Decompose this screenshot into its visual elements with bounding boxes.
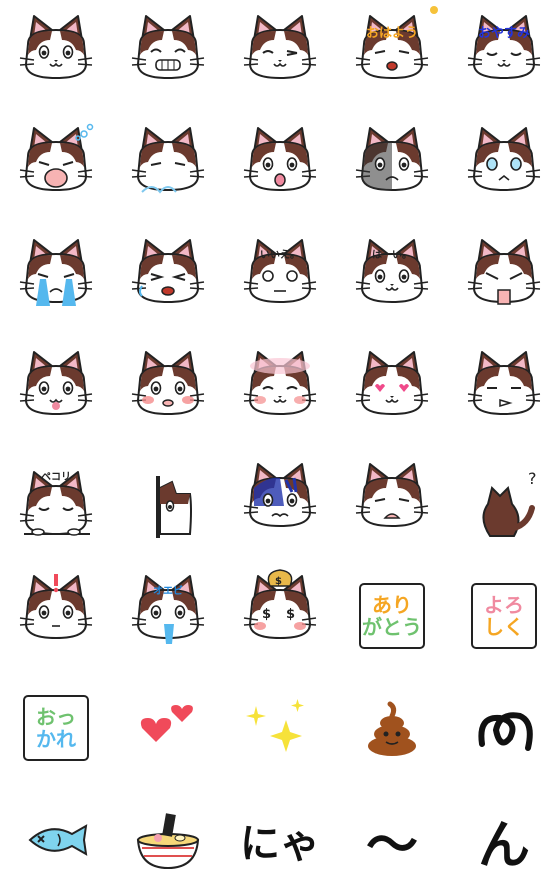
- cat-sticker-gloomy[interactable]: [336, 112, 448, 224]
- cat-sticker-tongue[interactable]: [224, 112, 336, 224]
- tilde-sticker[interactable]: 〜: [336, 784, 448, 896]
- cat-sticker-grin[interactable]: [112, 0, 224, 112]
- svg-text:$: $: [275, 576, 282, 587]
- svg-text:?: ?: [528, 469, 537, 488]
- tilde-text: 〜: [365, 815, 418, 876]
- arigatou-bubble[interactable]: あり がとう: [336, 560, 448, 672]
- otsukare-text: おっ かれ: [36, 705, 76, 751]
- sparkles-icon: [246, 699, 304, 752]
- hearts-icon: [140, 705, 193, 742]
- cat-sticker-heart-eyes[interactable]: [336, 336, 448, 448]
- cat-sticker-back[interactable]: ?: [448, 448, 560, 560]
- cat-sticker-upset[interactable]: [336, 448, 448, 560]
- cat-sticker-oyasumi[interactable]: おやすみ: [448, 0, 560, 112]
- cat-sticker-angry[interactable]: [448, 224, 560, 336]
- ramen-sticker[interactable]: [112, 784, 224, 896]
- cat-sticker-shocked[interactable]: [224, 448, 336, 560]
- haai-caption: はーい。: [372, 250, 412, 261]
- svg-text:$: $: [262, 607, 271, 622]
- n-text: ん: [477, 815, 530, 876]
- fish-sticker[interactable]: [0, 784, 112, 896]
- cat-sticker-sigh[interactable]: [112, 112, 224, 224]
- sun-icon: [430, 6, 438, 14]
- hearts-sticker[interactable]: [112, 672, 224, 784]
- cat-sticker-yawn[interactable]: [0, 112, 112, 224]
- cat-sticker-wink[interactable]: [224, 0, 336, 112]
- cat-sticker-wince[interactable]: [112, 224, 224, 336]
- cat-sticker-blush[interactable]: [112, 336, 224, 448]
- cat-sticker-money[interactable]: $ $ $: [224, 560, 336, 672]
- squiggle-icon: [478, 712, 533, 751]
- poop-sticker[interactable]: [336, 672, 448, 784]
- sparkles-sticker[interactable]: [224, 672, 336, 784]
- yoroshiku-bubble[interactable]: よろ しく: [448, 560, 560, 672]
- arigatou-text: あり がとう: [362, 593, 422, 639]
- cat-sticker-dreamy[interactable]: [224, 336, 336, 448]
- cat-sticker-tongue-out[interactable]: [0, 336, 112, 448]
- cat-sticker-ohayou[interactable]: おはよう: [336, 0, 448, 112]
- cat-sticker-teary[interactable]: [448, 112, 560, 224]
- poop-icon: [368, 701, 416, 756]
- ramen-icon: [136, 813, 200, 870]
- n-sticker[interactable]: ん: [448, 784, 560, 896]
- cat-sticker-neutral[interactable]: [0, 0, 112, 112]
- cat-sticker-iie[interactable]: いいえ。: [224, 224, 336, 336]
- fish-icon: [28, 824, 88, 856]
- cat-sticker-pekori[interactable]: ペコリ: [0, 448, 112, 560]
- iie-caption: いいえ。: [260, 250, 300, 261]
- svg-text:$: $: [286, 607, 295, 622]
- nya-sticker[interactable]: にゃ: [224, 784, 336, 896]
- yoroshiku-text: よろ しく: [484, 593, 524, 639]
- cat-sticker-crying[interactable]: [0, 224, 112, 336]
- oyasumi-caption: おやすみ: [477, 26, 530, 41]
- cat-sticker-peek[interactable]: [112, 448, 224, 560]
- cat-sticker-surprise[interactable]: [0, 560, 112, 672]
- pekori-caption: ペコリ: [41, 472, 71, 483]
- nya-text: にゃ: [240, 821, 320, 867]
- cat-sticker-oebi[interactable]: オエビ: [112, 560, 224, 672]
- squiggle-sticker[interactable]: [448, 672, 560, 784]
- cat-sticker-smug[interactable]: [448, 336, 560, 448]
- oebi-caption: オエビ: [153, 586, 183, 597]
- otsukare-bubble[interactable]: おっ かれ: [0, 672, 112, 784]
- ohayou-caption: おはよう: [365, 26, 418, 41]
- cat-sticker-haai[interactable]: はーい。: [336, 224, 448, 336]
